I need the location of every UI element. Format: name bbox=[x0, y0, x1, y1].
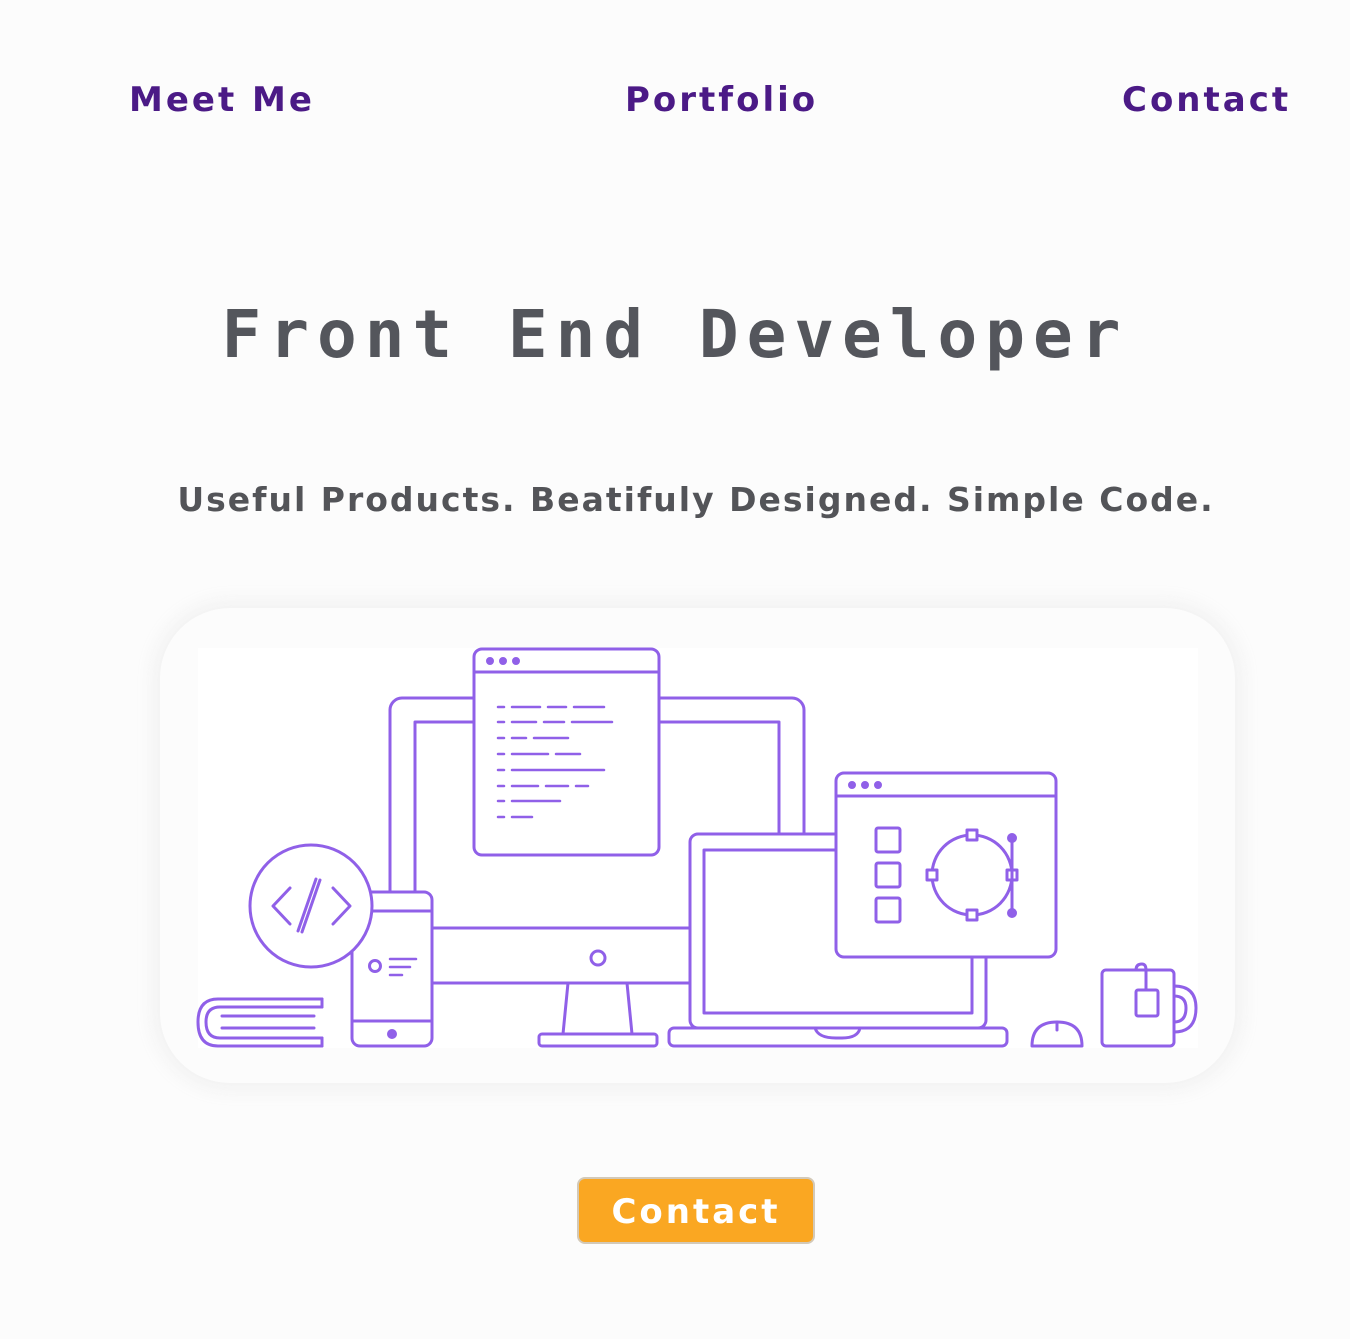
page-subtitle: Useful Products. Beatifuly Designed. Sim… bbox=[177, 480, 1215, 519]
code-window-icon bbox=[472, 647, 661, 857]
hero-illustration bbox=[196, 647, 1198, 1048]
nav-link-portfolio[interactable]: Portfolio bbox=[625, 78, 818, 122]
nav-link-meet-me[interactable]: Meet Me bbox=[129, 78, 315, 122]
hero-illustration-frame bbox=[160, 608, 1235, 1083]
mug-icon bbox=[1100, 962, 1198, 1048]
page-title: Front End Developer bbox=[221, 296, 1129, 373]
mouse-icon bbox=[1030, 1020, 1084, 1048]
nav-link-contact[interactable]: Contact bbox=[1122, 78, 1291, 122]
book-icon bbox=[196, 997, 324, 1048]
code-badge-icon bbox=[248, 843, 374, 969]
design-window-icon bbox=[834, 771, 1058, 959]
contact-button[interactable]: Contact bbox=[577, 1177, 815, 1244]
